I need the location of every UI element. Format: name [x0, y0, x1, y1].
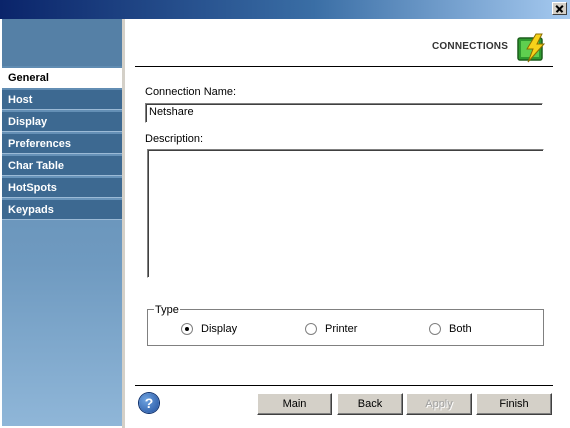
page-title: CONNECTIONS: [432, 41, 509, 52]
type-both-radio[interactable]: [429, 323, 441, 335]
sidebar-item-keypads[interactable]: Keypads: [2, 200, 122, 220]
main-button[interactable]: Main: [257, 393, 332, 415]
sidebar: General Host Display Preferences Char Ta…: [2, 19, 122, 426]
type-both-label[interactable]: Both: [449, 323, 472, 335]
type-group-label: Type: [154, 304, 180, 316]
header-divider: [135, 66, 553, 67]
sidebar-item-hotspots[interactable]: HotSpots: [2, 178, 122, 198]
connection-name-field[interactable]: Netshare: [145, 103, 543, 123]
sidebar-divider: [122, 19, 125, 428]
description-label: Description:: [145, 133, 204, 145]
apply-button[interactable]: Apply: [406, 393, 472, 415]
lightning-connection-icon: [517, 33, 546, 63]
footer-divider: [135, 385, 553, 386]
sidebar-item-preferences[interactable]: Preferences: [2, 134, 122, 154]
type-display-label[interactable]: Display: [201, 323, 237, 335]
help-question-icon[interactable]: ?: [139, 393, 159, 413]
type-display-radio[interactable]: [181, 323, 193, 335]
close-window-icon[interactable]: [552, 2, 567, 15]
sidebar-item-host[interactable]: Host: [2, 90, 122, 110]
type-printer-label[interactable]: Printer: [325, 323, 357, 335]
window-titlebar: [0, 0, 570, 19]
back-button[interactable]: Back: [337, 393, 403, 415]
description-field[interactable]: [147, 149, 544, 278]
sidebar-item-general[interactable]: General: [2, 68, 122, 88]
sidebar-item-char-table[interactable]: Char Table: [2, 156, 122, 176]
type-printer-radio[interactable]: [305, 323, 317, 335]
sidebar-header: [2, 19, 122, 66]
sidebar-item-display[interactable]: Display: [2, 112, 122, 132]
finish-button[interactable]: Finish: [476, 393, 552, 415]
connection-name-label: Connection Name:: [145, 86, 237, 98]
